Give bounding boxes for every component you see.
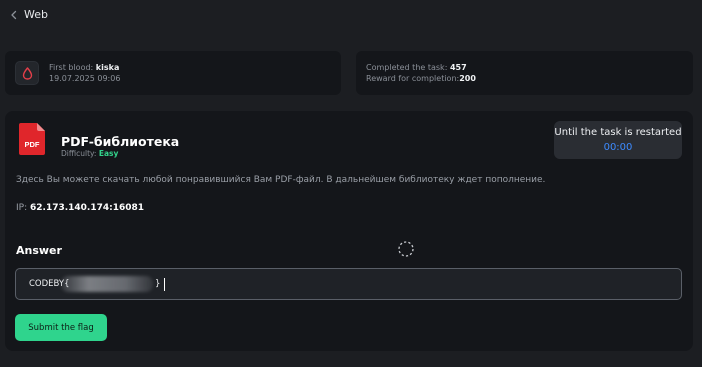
completed-line: Completed the task: 457 xyxy=(366,63,467,73)
reward-label: Reward for completion: xyxy=(366,74,460,83)
completed-label: Completed the task: xyxy=(366,63,448,72)
difficulty-value: Easy xyxy=(98,149,119,158)
answer-label: Answer xyxy=(16,244,62,257)
task-difficulty: Difficulty: Easy xyxy=(61,149,118,158)
blood-drop-icon xyxy=(15,61,39,85)
first-blood-label: First blood: xyxy=(49,63,94,72)
reward-value: 200 xyxy=(459,74,476,83)
task-stats-card: Completed the task: 457 Reward for compl… xyxy=(356,51,693,95)
category-title[interactable]: Web xyxy=(24,8,48,21)
completed-value: 457 xyxy=(449,63,467,72)
answer-input[interactable]: CODEBY{ } xyxy=(15,268,682,300)
task-card: PDF PDF-библиотека Difficulty: Easy Unti… xyxy=(5,111,693,351)
reward-line: Reward for completion:200 xyxy=(366,74,476,84)
submit-flag-button[interactable]: Submit the flag xyxy=(15,314,107,341)
difficulty-label: Difficulty: xyxy=(61,149,97,158)
pdf-icon: PDF xyxy=(19,123,45,155)
redacted-flag xyxy=(61,276,153,292)
timer-label: Until the task is restarted xyxy=(554,127,682,138)
restart-timer: Until the task is restarted 00:00 xyxy=(554,121,682,159)
ip-label: IP: xyxy=(16,203,28,213)
answer-value-suffix: } xyxy=(155,279,161,289)
chevron-left-icon[interactable] xyxy=(8,9,20,21)
ip-address: IP: 62.173.140.174:16081 xyxy=(16,203,144,213)
first-blood-user: kiska xyxy=(95,63,120,72)
first-blood-card: First blood: kiska 19.07.2025 09:06 xyxy=(5,51,341,95)
top-navigation: Web xyxy=(0,0,702,32)
ip-value[interactable]: 62.173.140.174:16081 xyxy=(30,203,144,213)
loading-spinner-icon xyxy=(397,240,415,258)
timer-value: 00:00 xyxy=(603,142,633,153)
text-caret xyxy=(164,278,165,291)
pdf-icon-text: PDF xyxy=(25,140,40,149)
task-description: Здесь Вы можете скачать любой понравивши… xyxy=(16,175,546,185)
first-blood-date: 19.07.2025 09:06 xyxy=(49,74,121,83)
first-blood-line: First blood: kiska xyxy=(49,63,119,73)
task-title: PDF-библиотека xyxy=(61,134,180,149)
